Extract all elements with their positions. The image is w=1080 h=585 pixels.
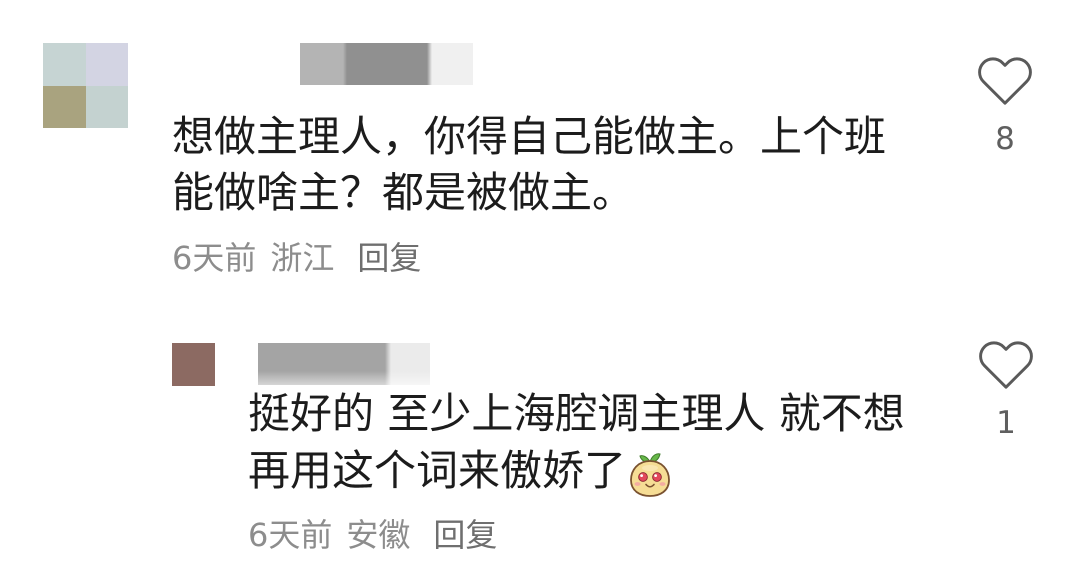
reply-meta: 6天前 安徽 回复 bbox=[248, 515, 497, 555]
reply-location: 安徽 bbox=[346, 516, 411, 554]
like-count: 1 bbox=[996, 405, 1016, 441]
reply-button[interactable]: 回复 bbox=[357, 238, 421, 278]
heart-outline-icon[interactable] bbox=[978, 57, 1032, 105]
avatar-mosaic-block bbox=[85, 43, 128, 86]
like-button[interactable]: 1 bbox=[976, 341, 1036, 441]
avatar-mosaic-block bbox=[85, 85, 128, 128]
avatar-mosaic-block bbox=[43, 43, 86, 86]
reply-button[interactable]: 回复 bbox=[433, 515, 497, 555]
comment-location: 浙江 bbox=[270, 239, 335, 277]
comment-text: 想做主理人，你得自己能做主。上个班能做啥主？都是被做主。 bbox=[172, 112, 887, 217]
sprout-face-sticker-icon bbox=[628, 450, 672, 498]
avatar[interactable] bbox=[43, 43, 128, 128]
reply-text: 挺好的 至少上海腔调主理人 就不想再用这个词来傲娇了 bbox=[248, 385, 928, 499]
username-redacted[interactable] bbox=[300, 43, 473, 85]
avatar-mosaic-block bbox=[43, 85, 86, 128]
avatar[interactable] bbox=[172, 343, 215, 386]
username-redacted[interactable] bbox=[258, 343, 430, 385]
comment-time: 6天前 bbox=[172, 239, 257, 277]
comment-meta: 6天前 浙江 回复 bbox=[172, 238, 421, 278]
heart-outline-icon[interactable] bbox=[979, 341, 1033, 389]
like-count: 8 bbox=[995, 121, 1015, 157]
like-button[interactable]: 8 bbox=[975, 57, 1035, 157]
reply-time: 6天前 bbox=[248, 516, 333, 554]
reply-text-content: 挺好的 至少上海腔调主理人 就不想再用这个词来傲娇了 bbox=[248, 389, 905, 495]
